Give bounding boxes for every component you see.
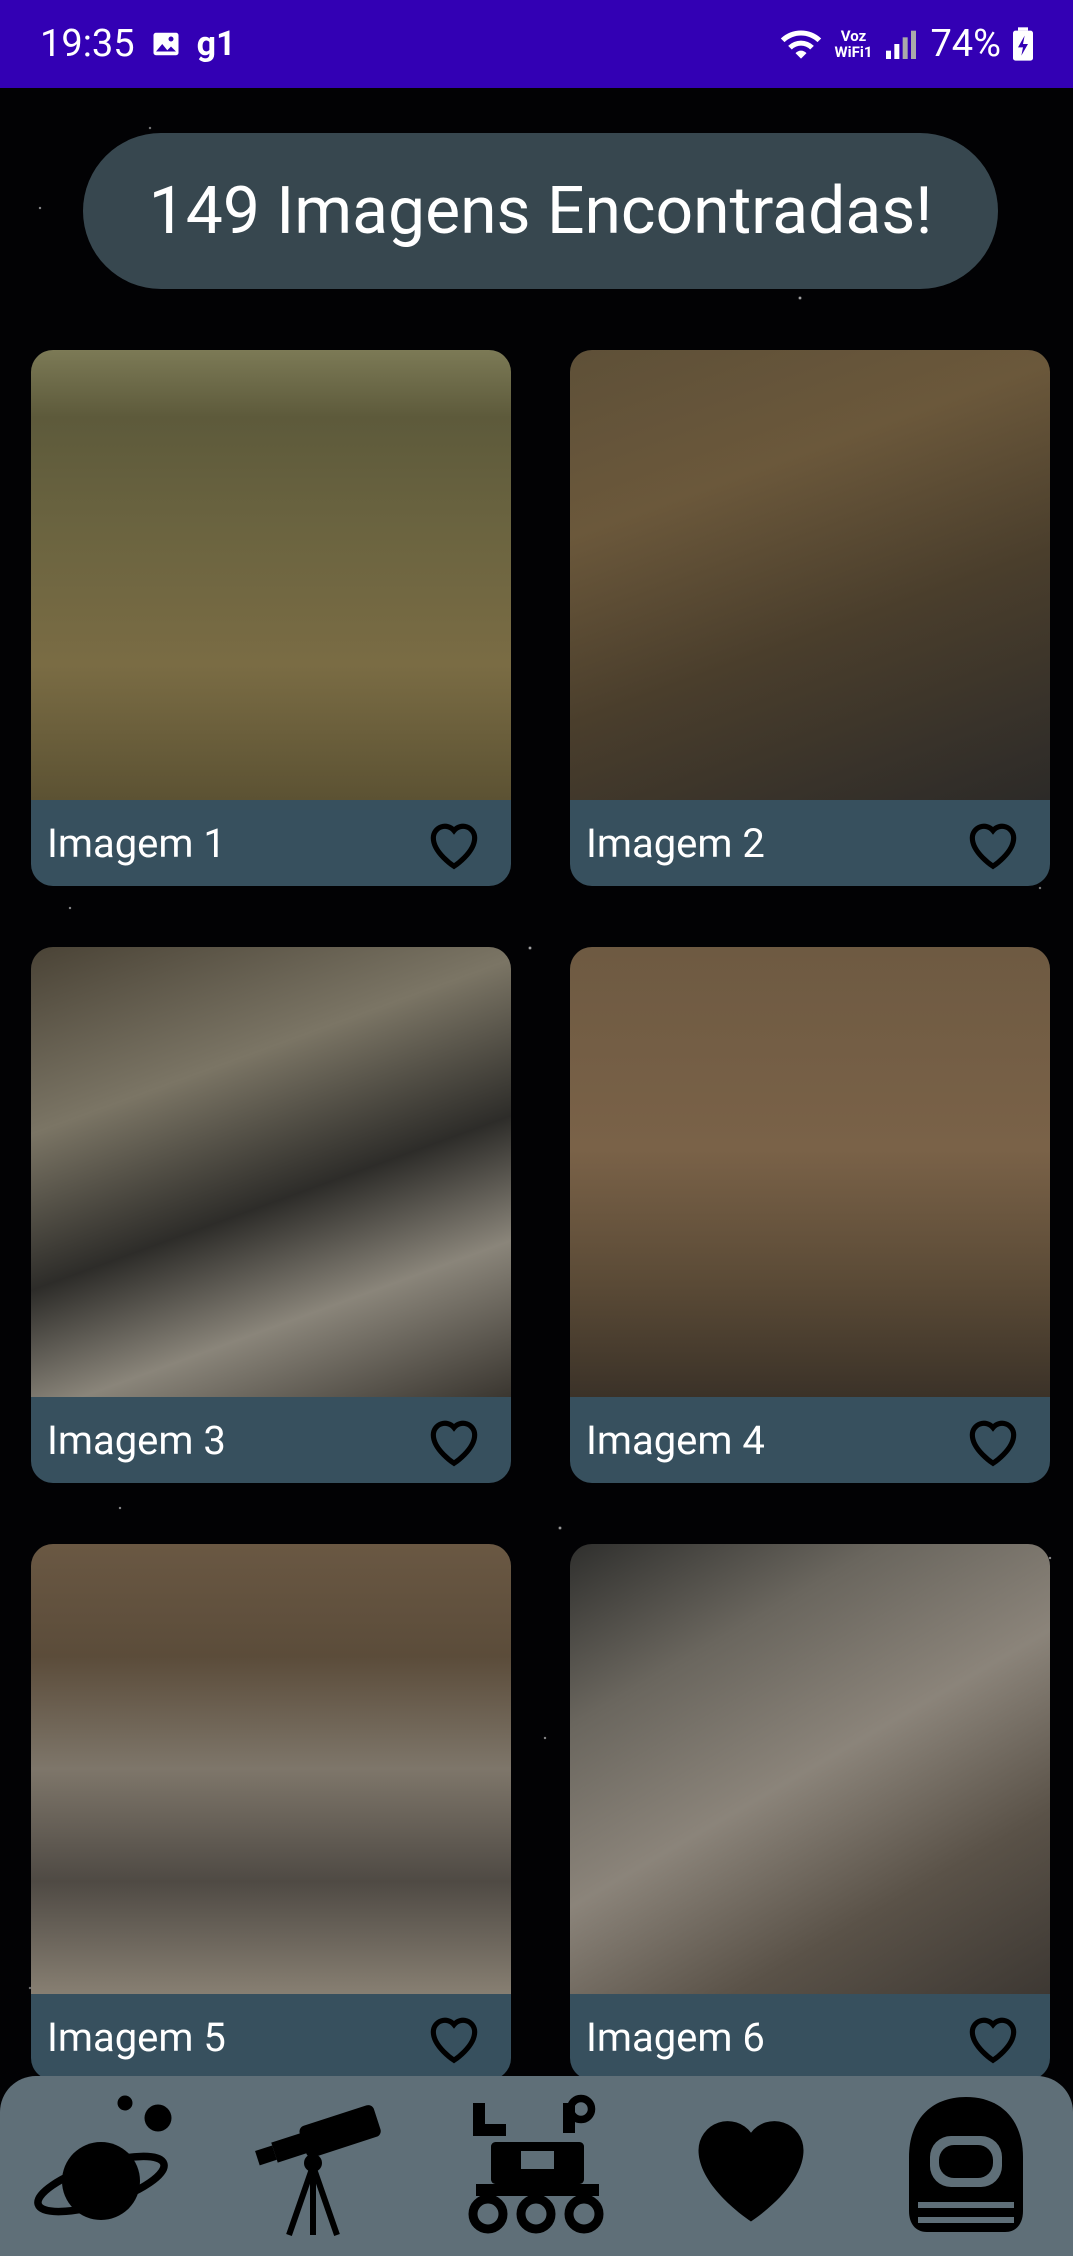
- heart-icon: [698, 2121, 804, 2222]
- image-card-1[interactable]: Imagem 1: [31, 350, 511, 886]
- favorite-heart-icon[interactable]: [962, 1409, 1024, 1471]
- favorite-heart-icon[interactable]: [423, 1409, 485, 1471]
- results-count-title: 149 Imagens Encontradas!: [83, 133, 998, 289]
- card-label: Imagem 2: [586, 819, 765, 867]
- astronaut-helmet-icon: [908, 2097, 1023, 2232]
- status-time: 19:35: [40, 22, 135, 66]
- card-label: Imagem 1: [47, 819, 226, 867]
- nav-profile[interactable]: [886, 2086, 1046, 2246]
- card-footer: Imagem 5: [31, 1994, 511, 2080]
- card-label: Imagem 6: [586, 2013, 765, 2061]
- mars-photo[interactable]: [570, 350, 1050, 800]
- card-footer: Imagem 2: [570, 800, 1050, 886]
- favorite-heart-icon[interactable]: [962, 2006, 1024, 2068]
- image-card-4[interactable]: Imagem 4: [570, 947, 1050, 1483]
- image-card-6[interactable]: Imagem 6: [570, 1544, 1050, 2080]
- nav-planet[interactable]: [27, 2086, 187, 2246]
- mars-photo[interactable]: [31, 1544, 511, 1994]
- favorite-heart-icon[interactable]: [962, 812, 1024, 874]
- nav-favorites[interactable]: [671, 2086, 831, 2246]
- image-card-5[interactable]: Imagem 5: [31, 1544, 511, 2080]
- bottom-navigation: [0, 2076, 1073, 2256]
- signal-icon: [884, 29, 918, 59]
- favorite-heart-icon[interactable]: [423, 2006, 485, 2068]
- wifi-icon: [779, 27, 823, 61]
- planet-icon: [34, 2095, 172, 2220]
- carrier-label: g1: [196, 24, 236, 64]
- card-footer: Imagem 1: [31, 800, 511, 886]
- image-card-3[interactable]: Imagem 3: [31, 947, 511, 1483]
- image-card-2[interactable]: Imagem 2: [570, 350, 1050, 886]
- card-label: Imagem 3: [47, 1416, 226, 1464]
- mars-photo[interactable]: [570, 947, 1050, 1397]
- nav-rover[interactable]: [456, 2086, 616, 2246]
- mars-photo[interactable]: [570, 1544, 1050, 1994]
- nav-telescope[interactable]: [242, 2086, 402, 2246]
- status-bar: 19:35 g1 Voz WiFi1 74%: [0, 0, 1073, 88]
- card-footer: Imagem 4: [570, 1397, 1050, 1483]
- favorite-heart-icon[interactable]: [423, 812, 485, 874]
- battery-icon: [1013, 27, 1033, 61]
- gallery-notification-icon: [151, 29, 181, 59]
- voz-wifi-indicator: Voz WiFi1: [834, 27, 873, 61]
- card-footer: Imagem 6: [570, 1994, 1050, 2080]
- rover-icon: [468, 2094, 604, 2234]
- card-label: Imagem 4: [586, 1416, 765, 1464]
- mars-photo[interactable]: [31, 947, 511, 1397]
- card-label: Imagem 5: [47, 2013, 226, 2061]
- battery-percent: 74%: [930, 22, 1001, 66]
- card-footer: Imagem 3: [31, 1397, 511, 1483]
- telescope-icon: [254, 2105, 381, 2236]
- mars-photo[interactable]: [31, 350, 511, 800]
